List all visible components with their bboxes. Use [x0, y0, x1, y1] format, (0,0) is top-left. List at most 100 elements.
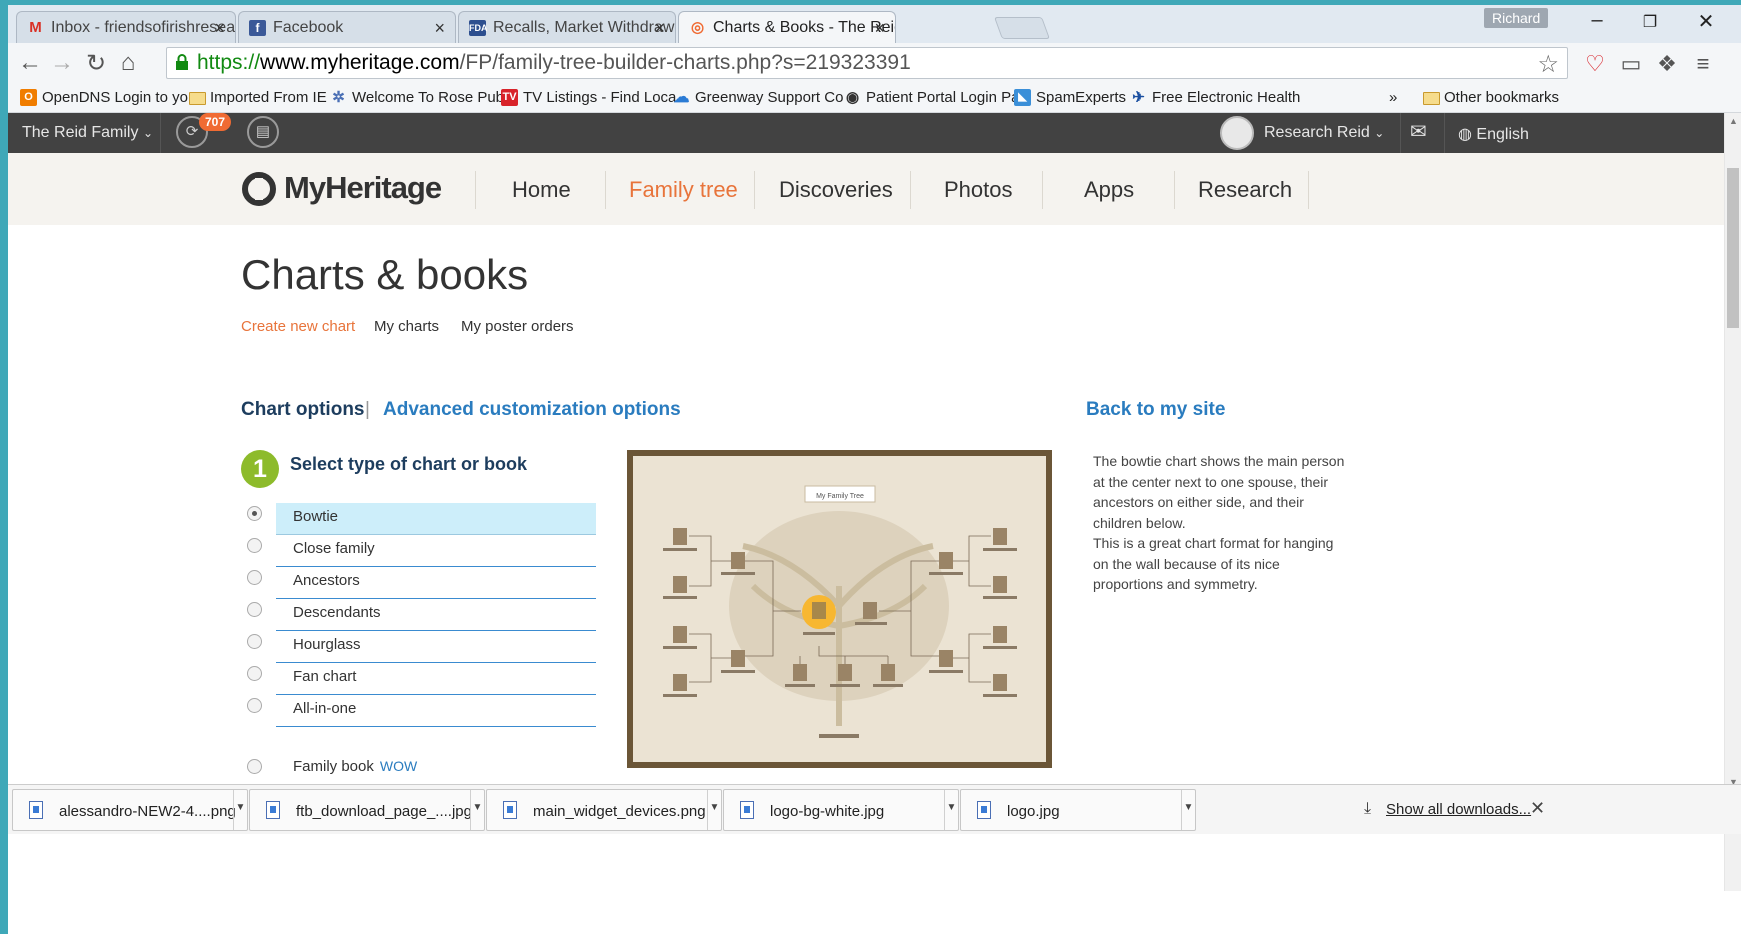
reload-icon[interactable]: ↻ — [82, 49, 110, 78]
user-menu[interactable]: Research Reid ⌄ — [1264, 124, 1384, 142]
nav-discoveries[interactable]: Discoveries — [779, 177, 893, 203]
tab-charts-books[interactable]: ◎ Charts & Books - The Reid × — [678, 11, 896, 43]
download-item[interactable]: logo-bg-white.jpg ▼ — [723, 789, 959, 831]
tab-chart-options[interactable]: Chart options — [241, 399, 365, 421]
minimize-icon[interactable]: – — [1582, 9, 1612, 32]
chart-type-hourglass[interactable]: Hourglass — [276, 631, 596, 663]
chevron-down-icon[interactable]: ▼ — [707, 790, 721, 830]
back-to-my-site-link[interactable]: Back to my site — [1086, 399, 1225, 421]
chart-type-close-family[interactable]: Close family — [276, 535, 596, 567]
chart-type-family-book[interactable]: Family book WOW — [293, 758, 417, 775]
tab-facebook[interactable]: f Facebook × — [238, 11, 456, 43]
nav-home[interactable]: Home — [512, 177, 571, 203]
divider — [910, 171, 911, 209]
close-tab-icon[interactable]: × — [434, 18, 445, 39]
nav-photos[interactable]: Photos — [944, 177, 1013, 203]
bookmark-spamexperts[interactable]: ◣ SpamExperts — [1014, 89, 1126, 106]
radio-bowtie[interactable] — [247, 506, 262, 521]
language-menu[interactable]: ◍ English — [1458, 124, 1529, 144]
dropbox-icon[interactable]: ❖ — [1652, 51, 1682, 77]
radio-family-book[interactable] — [247, 759, 262, 774]
show-all-downloads-link[interactable]: Show all downloads... — [1386, 801, 1531, 818]
bookmark-tv-listings[interactable]: TV TV Listings - Find Loca — [501, 89, 676, 106]
download-filename: ftb_download_page_....jpg — [296, 803, 472, 820]
radio-fan-chart[interactable] — [247, 666, 262, 681]
cast-icon[interactable]: ▭ — [1616, 51, 1646, 77]
subnav-create-new-chart[interactable]: Create new chart — [241, 318, 355, 335]
chart-type-ancestors[interactable]: Ancestors — [276, 567, 596, 599]
bookmark-patient-portal[interactable]: ◉ Patient Portal Login Pa — [844, 89, 1019, 106]
radio-all-in-one[interactable] — [247, 698, 262, 713]
chevron-down-icon[interactable]: ▼ — [1181, 790, 1195, 830]
bowtie-chart-illustration: My Family Tree — [633, 456, 1046, 762]
bookmark-label: Welcome To Rose Pub — [352, 89, 505, 106]
bookmark-star-icon[interactable]: ☆ — [1537, 50, 1559, 79]
radio-ancestors[interactable] — [247, 570, 262, 585]
tv-icon: TV — [501, 89, 518, 106]
close-tab-icon[interactable]: × — [874, 18, 885, 39]
bookmark-folder-imported[interactable]: Imported From IE — [188, 89, 327, 106]
close-tab-icon[interactable]: × — [214, 18, 225, 39]
myheritage-logo-icon — [242, 172, 276, 206]
subnav-my-charts[interactable]: My charts — [374, 318, 439, 335]
subnav-my-poster-orders[interactable]: My poster orders — [461, 318, 574, 335]
close-tab-icon[interactable]: × — [654, 18, 665, 39]
close-icon[interactable]: ✕ — [1530, 798, 1545, 819]
radio-descendants[interactable] — [247, 602, 262, 617]
download-filename: alessandro-NEW2-4....png — [59, 803, 236, 820]
mail-icon[interactable]: ✉ — [1410, 119, 1427, 144]
nav-family-tree[interactable]: Family tree — [629, 177, 738, 203]
bookmarks-overflow[interactable]: » — [1389, 89, 1397, 106]
tab-fda[interactable]: FDA Recalls, Market Withdrawa × — [458, 11, 676, 43]
chevron-down-icon[interactable]: ▼ — [470, 790, 484, 830]
bookmark-rose-pub[interactable]: ✲ Welcome To Rose Pub — [330, 89, 504, 106]
url-scheme: https:// — [197, 51, 261, 74]
scroll-up-icon[interactable]: ▲ — [1729, 116, 1738, 126]
scrollbar-thumb[interactable] — [1727, 168, 1739, 328]
tab-title: Facebook — [273, 19, 344, 36]
family-site-menu[interactable]: The Reid Family ⌄ — [22, 124, 153, 142]
menu-icon[interactable]: ≡ — [1688, 51, 1718, 77]
avatar[interactable] — [1220, 116, 1254, 150]
chart-type-bowtie[interactable]: Bowtie — [276, 503, 596, 535]
bookmark-opendns[interactable]: O OpenDNS Login to yo — [20, 89, 188, 106]
tab-title: Recalls, Market Withdrawa — [493, 19, 676, 36]
new-tab-button[interactable] — [993, 17, 1051, 39]
tab-advanced-customization[interactable]: Advanced customization options — [383, 399, 681, 421]
nav-apps[interactable]: Apps — [1084, 177, 1134, 203]
page-scrollbar[interactable]: ▲ ▼ — [1724, 113, 1741, 891]
bookmark-greenway[interactable]: ☁ Greenway Support Co — [673, 89, 844, 106]
home-icon[interactable]: ⌂ — [114, 49, 142, 77]
profile-button[interactable]: Richard — [1484, 8, 1549, 28]
back-icon[interactable]: ← — [16, 49, 44, 77]
other-bookmarks[interactable]: Other bookmarks — [1422, 89, 1559, 106]
chevron-down-icon[interactable]: ▼ — [944, 790, 958, 830]
chevron-down-icon[interactable]: ▼ — [233, 790, 247, 830]
restore-icon[interactable]: ❐ — [1635, 12, 1665, 32]
close-window-icon[interactable]: ✕ — [1691, 9, 1721, 34]
download-item[interactable]: ftb_download_page_....jpg ▼ — [249, 789, 485, 831]
nav-research[interactable]: Research — [1198, 177, 1292, 203]
page-title: Charts & books — [241, 251, 529, 298]
browser-window: M Inbox - friendsofirishresea × f Facebo… — [8, 5, 1741, 934]
radio-hourglass[interactable] — [247, 634, 262, 649]
bookmark-free-ehr[interactable]: ✈ Free Electronic Health — [1130, 89, 1300, 106]
myheritage-logo[interactable]: MyHeritage — [240, 170, 442, 210]
forward-icon[interactable]: → — [48, 49, 76, 77]
chart-type-descendants[interactable]: Descendants — [276, 599, 596, 631]
address-bar[interactable]: https://www.myheritage.com/FP/family-tre… — [166, 47, 1568, 79]
download-item[interactable]: alessandro-NEW2-4....png ▼ — [12, 789, 248, 831]
book-icon[interactable]: ▤ — [247, 116, 279, 148]
radio-close-family[interactable] — [247, 538, 262, 553]
health-icon: ✈ — [1132, 89, 1145, 106]
download-item[interactable]: logo.jpg ▼ — [960, 789, 1196, 831]
chart-type-fan-chart[interactable]: Fan chart — [276, 663, 596, 695]
tab-gmail[interactable]: M Inbox - friendsofirishresea × — [16, 11, 236, 43]
chart-type-all-in-one[interactable]: All-in-one — [276, 695, 596, 727]
chevron-down-icon: ⌄ — [142, 126, 153, 140]
folder-icon — [188, 89, 206, 106]
browser-toolbar: ← → ↻ ⌂ https://www.myheritage.com/FP/fa… — [8, 43, 1741, 83]
portal-icon: ◉ — [845, 89, 860, 106]
download-item[interactable]: main_widget_devices.png ▼ — [486, 789, 722, 831]
extension-heart-icon[interactable]: ♡ — [1580, 51, 1610, 77]
